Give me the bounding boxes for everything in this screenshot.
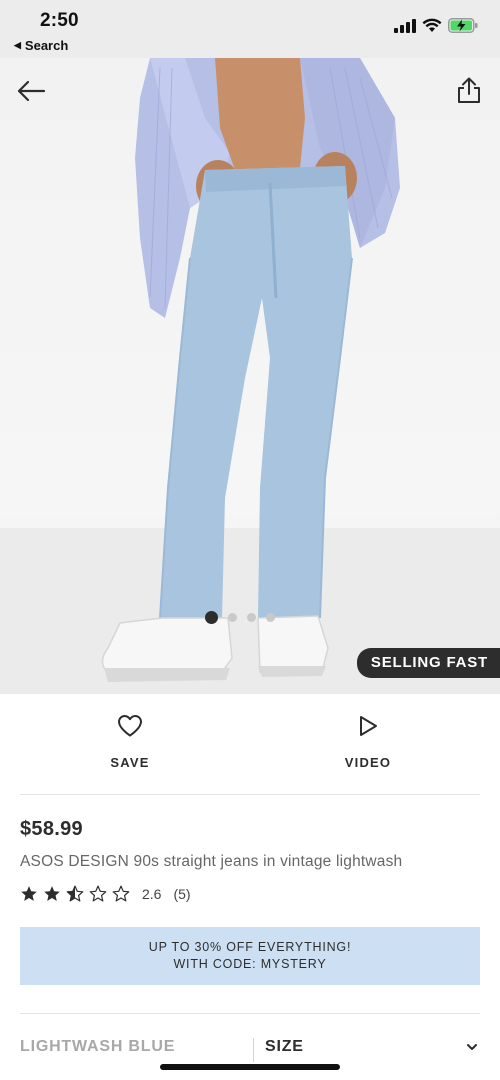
- size-dropdown[interactable]: SIZE: [263, 1038, 480, 1062]
- save-label: SAVE: [110, 755, 150, 770]
- arrow-left-icon[interactable]: [16, 78, 46, 104]
- back-to-search-label: Search: [24, 38, 69, 53]
- share-icon[interactable]: [456, 76, 482, 104]
- carousel-dot[interactable]: [266, 613, 275, 622]
- colour-label: LIGHTWASH BLUE: [20, 1038, 176, 1055]
- product-rating[interactable]: 2.6 (5): [20, 885, 191, 902]
- status-time: 2:50: [40, 10, 79, 31]
- product-actions: SAVE VIDEO: [0, 694, 500, 794]
- carousel-dot[interactable]: [228, 613, 237, 622]
- divider: [20, 1013, 480, 1014]
- promo-line-1: UP TO 30% OFF EVERYTHING!: [148, 940, 352, 954]
- star-filled-icon: [44, 886, 60, 901]
- carousel-indicator: [205, 611, 275, 624]
- rating-score: 2.6: [142, 885, 162, 902]
- star-empty-icon: [89, 885, 107, 902]
- divider: [20, 794, 480, 795]
- star-half-icon: [66, 885, 84, 902]
- triangle-left-icon: ◀: [14, 40, 21, 50]
- back-to-search-link[interactable]: ◀ Search: [14, 38, 68, 53]
- status-icons: [394, 18, 478, 33]
- chevron-down-icon: [467, 1044, 477, 1050]
- play-icon: [360, 716, 377, 736]
- selling-fast-badge: SELLING FAST: [356, 648, 500, 678]
- heart-icon: [118, 715, 142, 737]
- star-filled-icon: [21, 886, 37, 901]
- carousel-dot[interactable]: [205, 611, 218, 624]
- video-button[interactable]: VIDEO: [308, 714, 428, 770]
- star-empty-icon: [112, 885, 130, 902]
- promo-banner[interactable]: UP TO 30% OFF EVERYTHING! WITH CODE: MYS…: [20, 927, 480, 985]
- product-image-carousel[interactable]: SELLING FAST: [0, 58, 500, 694]
- video-label: VIDEO: [344, 755, 392, 770]
- product-price: $58.99: [20, 818, 83, 840]
- home-indicator[interactable]: [160, 1064, 340, 1070]
- battery-charging-icon: [448, 18, 478, 33]
- promo-line-2: WITH CODE: MYSTERY: [173, 957, 327, 971]
- product-title: ASOS DESIGN 90s straight jeans in vintag…: [20, 853, 403, 870]
- rating-count: (5): [173, 885, 191, 902]
- save-button[interactable]: SAVE: [70, 714, 190, 770]
- size-dropdown-label: SIZE: [265, 1038, 304, 1055]
- variant-selectors: LIGHTWASH BLUE SIZE: [20, 1038, 480, 1062]
- cellular-signal-icon: [394, 18, 416, 33]
- status-bar: 2:50 ◀ Search: [0, 0, 500, 58]
- rating-stars: [20, 885, 130, 902]
- wifi-icon: [422, 18, 442, 32]
- product-photo: [0, 58, 500, 694]
- carousel-dot[interactable]: [247, 613, 256, 622]
- divider: [253, 1038, 254, 1062]
